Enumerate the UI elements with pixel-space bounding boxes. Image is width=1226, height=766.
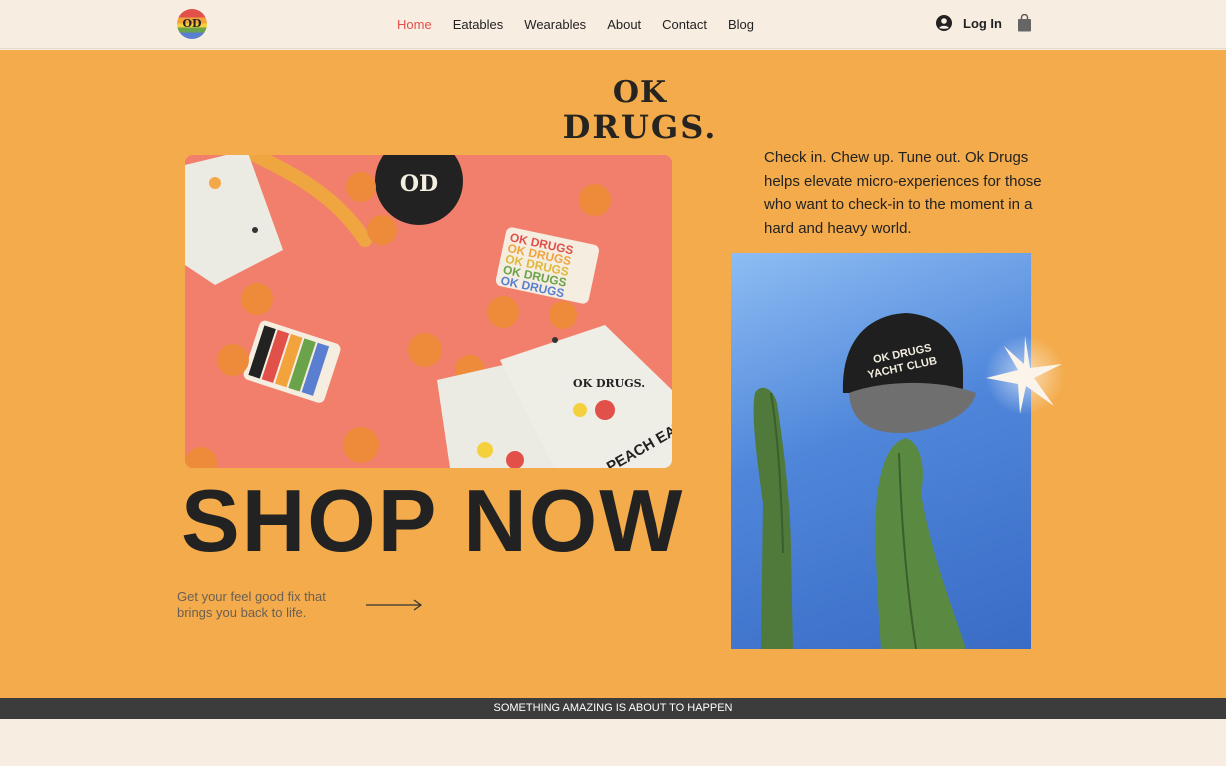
nav-blog[interactable]: Blog: [728, 17, 754, 32]
brand-wordmark: OK DRUGS.: [540, 75, 740, 146]
sparkle-icon: [985, 335, 1065, 415]
nav-eatables[interactable]: Eatables: [453, 17, 504, 32]
hero-tagline: Get your feel good fix that brings you b…: [177, 589, 326, 620]
product-flatlay-illustration: OD OK DRUGS OK DRUGS OK DRUGS OK DRUGS O…: [185, 155, 672, 468]
site-header: OD Home Eatables Wearables About Contact…: [0, 0, 1226, 49]
login-button[interactable]: Log In: [936, 15, 1002, 31]
svg-text:OK DRUGS.: OK DRUGS.: [573, 377, 645, 390]
announcement-banner: SOMETHING AMAZING IS ABOUT TO HAPPEN: [0, 698, 1226, 719]
main-nav: Home Eatables Wearables About Contact Bl…: [397, 17, 775, 32]
login-label: Log In: [963, 15, 1002, 31]
site-logo[interactable]: OD: [177, 9, 207, 39]
intro-paragraph: Check in. Chew up. Tune out. Ok Drugs he…: [764, 149, 1042, 237]
nav-contact[interactable]: Contact: [662, 17, 707, 32]
product-flatlay-image: OD OK DRUGS OK DRUGS OK DRUGS OK DRUGS O…: [185, 155, 672, 468]
cap-cactus-illustration: OK DRUGS YACHT CLUB: [753, 313, 976, 649]
arrow-right-icon[interactable]: [364, 598, 424, 612]
shopping-bag-icon[interactable]: [1017, 14, 1032, 32]
nav-about[interactable]: About: [607, 17, 641, 32]
cap-cactus-image: OK DRUGS YACHT CLUB: [731, 253, 1031, 649]
shop-now-heading[interactable]: SHOP NOW: [181, 470, 684, 572]
badge-text: OD: [400, 171, 438, 197]
nav-home[interactable]: Home: [397, 17, 432, 32]
user-circle-icon: [936, 15, 952, 31]
logo-text: OD: [182, 17, 202, 30]
brand-line-drugs: DRUGS.: [562, 108, 718, 146]
nav-wearables[interactable]: Wearables: [524, 17, 586, 32]
brand-line-ok: OK: [612, 75, 668, 110]
